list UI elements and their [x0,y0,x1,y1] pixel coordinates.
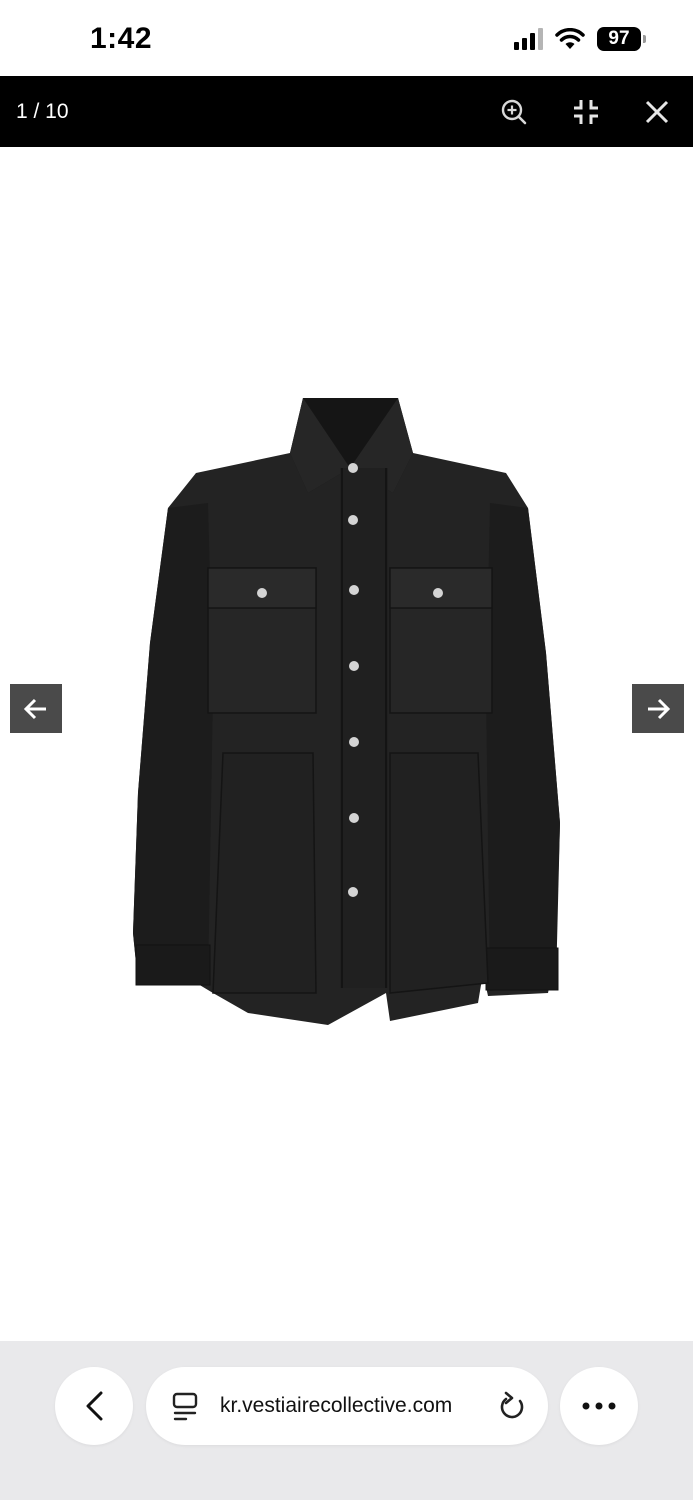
wifi-icon [555,28,585,49]
reload-icon[interactable] [498,1391,526,1421]
viewer-toolbar: 1 / 10 [0,76,693,147]
status-bar: 1:42 97 [0,0,693,76]
zoom-in-icon[interactable] [497,95,531,129]
image-counter: 1 / 10 [16,100,69,123]
cellular-signal-icon [514,28,543,50]
url-text: kr.vestiairecollective.com [220,1394,453,1417]
product-image [133,398,560,1025]
browser-back-button[interactable] [55,1367,133,1445]
arrow-left-icon [23,698,46,719]
arrow-right-icon [648,698,671,719]
status-time: 1:42 [90,22,153,55]
shrink-icon[interactable] [569,95,603,129]
close-icon[interactable] [640,95,674,129]
tabs-icon [172,1392,198,1421]
status-icons: 97 [514,27,646,51]
browser-more-button[interactable] [560,1367,638,1445]
browser-toolbar: kr.vestiairecollective.com [0,1341,693,1500]
battery-indicator: 97 [597,27,646,51]
previous-image-button[interactable] [10,684,62,733]
more-icon [582,1402,616,1410]
back-chevron-icon [86,1391,103,1421]
next-image-button[interactable] [632,684,684,733]
image-stage[interactable] [0,147,693,1341]
address-bar[interactable]: kr.vestiairecollective.com [146,1367,548,1445]
